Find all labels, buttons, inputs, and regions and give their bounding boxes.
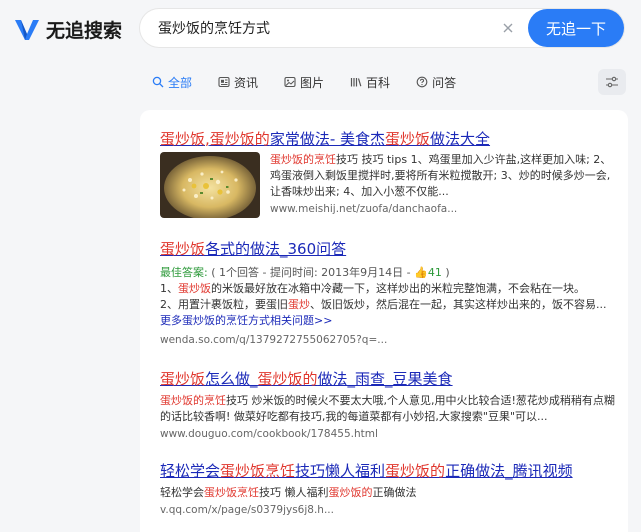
- result-title-link[interactable]: 轻松学会蛋炒饭烹饪技巧懒人福利蛋炒饭的正确做法_腾讯视频: [160, 460, 620, 481]
- result-snippet: 蛋炒饭的烹饪技巧 技巧 tips 1、鸡蛋里加入少许盐,这样更加入味; 2、鸡蛋…: [270, 153, 612, 198]
- tab-label: 问答: [432, 75, 457, 90]
- result-item: 轻松学会蛋炒饭烹饪技巧懒人福利蛋炒饭的正确做法_腾讯视频 轻松学会蛋炒饭烹饪技巧…: [160, 460, 620, 520]
- answer-meta: 最佳答案: ( 1个回答 - 提问时间: 2013年9月14日 - 👍41 ): [160, 266, 450, 279]
- search-input[interactable]: [158, 9, 488, 47]
- search-icon: [152, 76, 164, 88]
- search-tabs: 全部 资讯 图片 百科 问答: [152, 72, 482, 92]
- encyclopedia-icon: [350, 78, 362, 87]
- tab-label: 百科: [366, 75, 391, 90]
- result-url[interactable]: wenda.so.com/q/1379272755062705?q=...: [160, 334, 620, 346]
- answer-line: 2、用置汁裹饭粒，要蛋旧蛋炒、饭旧饭炒，然后混在一起，其实这样炒出来的，饭不容易…: [160, 298, 607, 311]
- logo-icon: [15, 20, 39, 40]
- tab-all[interactable]: 全部: [152, 74, 192, 91]
- results-panel: 蛋炒饭,蛋炒饭的家常做法- 美食杰蛋炒饭做法大全 蛋炒饭的烹饪技巧 技巧 tip…: [140, 110, 628, 532]
- result-title-link[interactable]: 蛋炒饭怎么做_蛋炒饭的做法_雨查_豆果美食: [160, 368, 620, 389]
- result-url[interactable]: www.douguo.com/cookbook/178455.html: [160, 428, 620, 440]
- logo-text: 无追搜索: [46, 19, 123, 42]
- result-title-link[interactable]: 蛋炒饭,蛋炒饭的家常做法- 美食杰蛋炒饭做法大全: [160, 128, 620, 149]
- result-body: 蛋炒饭的烹饪技巧 技巧 tips 1、鸡蛋里加入少许盐,这样更加入味; 2、鸡蛋…: [270, 152, 620, 215]
- search-button[interactable]: 无追一下: [528, 9, 624, 47]
- tab-qa[interactable]: 问答: [416, 74, 456, 91]
- close-icon[interactable]: [500, 20, 516, 36]
- tab-label: 图片: [300, 75, 325, 90]
- tab-label: 全部: [168, 75, 193, 90]
- result-url[interactable]: v.qq.com/x/page/s0379jys6j8.h...: [160, 504, 620, 516]
- tab-label: 资讯: [234, 75, 259, 90]
- result-url[interactable]: www.meishij.net/zuofa/danchaofa...: [270, 203, 620, 215]
- sliders-icon: [606, 76, 618, 88]
- result-snippet: 蛋炒饭的烹饪技巧 炒米饭的时候火不要太大哦,个人意见,用中火比较合适!葱花炒成稍…: [160, 394, 615, 423]
- result-item: 蛋炒饭,蛋炒饭的家常做法- 美食杰蛋炒饭做法大全 蛋炒饭的烹饪技巧 技巧 tip…: [160, 128, 620, 238]
- result-item: 蛋炒饭各式的做法_360问答 最佳答案: ( 1个回答 - 提问时间: 2013…: [160, 238, 620, 348]
- more-questions-link[interactable]: 更多蛋炒饭的烹饪方式相关问题>>: [160, 313, 620, 329]
- result-item: 蛋炒饭怎么做_蛋炒饭的做法_雨查_豆果美食 蛋炒饭的烹饪技巧 炒米饭的时候火不要…: [160, 368, 620, 440]
- logo[interactable]: 无追搜索: [12, 14, 122, 44]
- answer-line: 1、蛋炒饭的米饭最好放在冰箱中冷藏一下，这样炒出的米粒完整饱满，不会粘在一块。: [160, 282, 585, 295]
- filter-settings-button[interactable]: [598, 69, 626, 95]
- result-snippet: 轻松学会蛋炒饭烹饪技巧 懒人福利蛋炒饭的正确做法: [160, 486, 417, 499]
- result-title-link[interactable]: 蛋炒饭各式的做法_360问答: [160, 238, 620, 259]
- question-icon: [416, 76, 428, 88]
- thumbs-up-icon: 👍: [414, 266, 428, 279]
- news-icon: [218, 76, 230, 88]
- tab-encyclopedia[interactable]: 百科: [350, 74, 390, 91]
- tab-news[interactable]: 资讯: [218, 74, 258, 91]
- image-icon: [284, 76, 296, 88]
- tab-images[interactable]: 图片: [284, 74, 324, 91]
- header: 无追搜索 无追一下: [0, 0, 641, 58]
- search-box: 无追一下: [140, 9, 624, 47]
- result-thumbnail-image[interactable]: [160, 152, 260, 218]
